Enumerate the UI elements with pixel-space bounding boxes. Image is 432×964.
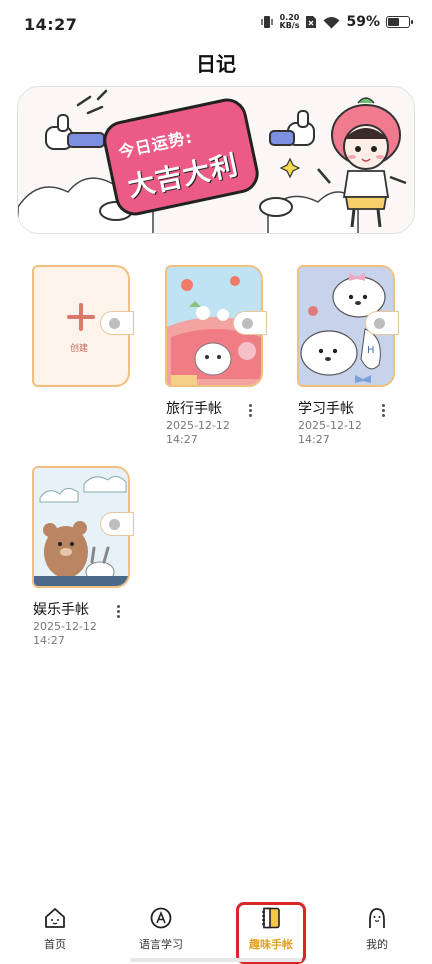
plus-icon [67,303,95,331]
nav-label-profile: 我的 [366,938,388,951]
notebook-date-entertainment: 2025-12-12 14:27 [33,620,97,647]
no-sim-icon [306,16,317,28]
page-title: 日记 [196,52,236,76]
language-icon [150,907,172,929]
notebook-clasp [100,311,134,335]
battery-icon [386,16,413,28]
notebook-clasp [100,512,134,536]
create-label: 创建 [70,344,89,354]
status-bar: 14:27 0.20 KB/s 59% [0,0,432,50]
nav-item-language[interactable]: 语言学习 [116,904,206,960]
nav-label-language: 语言学习 [139,938,183,951]
profile-icon [369,908,385,928]
notebook-travel[interactable] [165,265,267,389]
create-notebook-button[interactable]: 创建 [32,265,134,389]
thumbs-up-right-icon [269,110,315,146]
more-options-icon-study[interactable] [376,402,390,420]
notebook-name-study: 学习手帐 [298,401,354,417]
notebook-name-entertainment: 娱乐手帐 [33,602,89,618]
thumbs-up-left-icon [45,114,105,150]
notebook-clasp [365,311,399,335]
notebook-date-study: 2025-12-12 14:27 [298,419,362,446]
more-options-icon-travel[interactable] [243,402,257,420]
vibrate-icon [260,16,273,28]
more-options-icon-entertainment[interactable] [111,603,125,621]
fortune-banner[interactable]: 今日运势: 大吉大利 [17,86,415,234]
network-speed: 0.20 KB/s [279,13,300,30]
notebook-study[interactable]: H [297,265,399,389]
wifi-icon [323,16,340,28]
nav-item-home[interactable]: 首页 [10,904,100,960]
home-indicator[interactable] [130,958,302,962]
battery-percent: 59% [346,14,380,30]
notebook-entertainment[interactable] [32,466,134,590]
notebook-date-travel: 2025-12-12 14:27 [166,419,230,446]
status-icons: 0.20 KB/s 59% [260,13,413,30]
active-tab-highlight [236,902,306,964]
notebook-name-travel: 旅行手帐 [166,401,222,417]
nav-item-profile[interactable]: 我的 [332,904,422,960]
home-icon [45,908,65,928]
status-time: 14:27 [24,15,78,34]
nav-label-home: 首页 [44,938,66,951]
notebook-clasp [233,311,267,335]
bottom-navigation: 首页 语言学习 趣味手帐 我的 [0,896,432,964]
svg-text:H: H [367,345,375,356]
